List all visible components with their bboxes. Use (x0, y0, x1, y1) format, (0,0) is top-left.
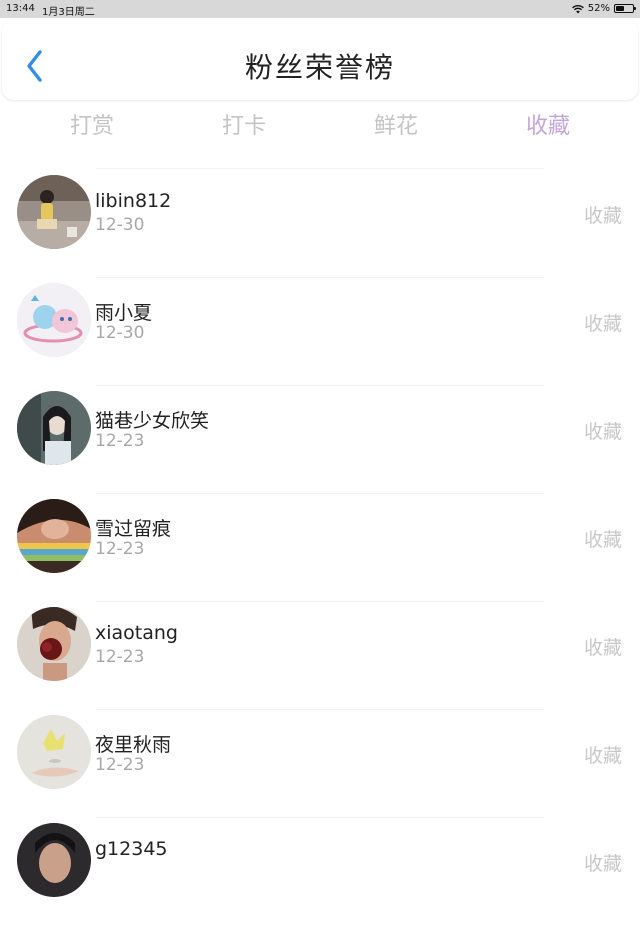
fan-date: 12-23 (95, 431, 145, 451)
avatar (17, 499, 91, 573)
fan-list: libin812 12-30 收藏 雨小夏 12-30 收藏 猫巷少女欣笑 12… (0, 170, 640, 926)
status-bar: 13:44 1月3日周二 52% (0, 0, 640, 18)
fan-name: xiaotang (95, 622, 178, 644)
divider (96, 168, 544, 169)
fan-date: 12-30 (95, 323, 145, 343)
status-date: 1月3日周二 (42, 7, 95, 18)
favorite-label: 收藏 (583, 421, 622, 443)
avatar (17, 823, 91, 897)
tab-favorites[interactable]: 收藏 (508, 108, 588, 140)
favorite-label: 收藏 (583, 853, 622, 875)
list-item[interactable]: 猫巷少女欣笑 12-23 收藏 (0, 386, 640, 494)
avatar (17, 175, 91, 249)
list-item[interactable]: 夜里秋雨 12-23 收藏 (0, 710, 640, 818)
page-title: 粉丝荣誉榜 (244, 51, 395, 84)
wifi-icon (571, 4, 584, 13)
tab-reward[interactable]: 打赏 (52, 108, 132, 140)
fan-name: 雨小夏 (95, 302, 153, 324)
nav-bar: 粉丝荣誉榜 (2, 20, 638, 100)
favorite-label: 收藏 (583, 637, 622, 659)
avatar (17, 607, 91, 681)
fan-date: 12-23 (95, 755, 145, 775)
battery-icon (614, 4, 636, 13)
list-item[interactable]: g12345 收藏 (0, 818, 640, 926)
avatar (17, 283, 91, 357)
fan-date: 12-23 (95, 539, 145, 559)
avatar (17, 715, 91, 789)
list-item[interactable]: 雪过留痕 12-23 收藏 (0, 494, 640, 602)
status-right: 52% (571, 3, 636, 14)
tab-bar: 打赏 打卡 鲜花 收藏 (0, 104, 640, 144)
fan-name: 夜里秋雨 (95, 734, 172, 756)
status-time: 13:44 (6, 3, 35, 14)
fan-name: 猫巷少女欣笑 (95, 410, 210, 432)
list-item[interactable]: libin812 12-30 收藏 (0, 170, 640, 278)
favorite-label: 收藏 (583, 529, 622, 551)
fan-name: 雪过留痕 (95, 518, 172, 540)
favorite-label: 收藏 (583, 313, 622, 335)
list-item[interactable]: 雨小夏 12-30 收藏 (0, 278, 640, 386)
fan-date: 12-30 (95, 215, 145, 235)
battery-percent: 52% (587, 3, 610, 14)
list-item[interactable]: xiaotang 12-23 收藏 (0, 602, 640, 710)
favorite-label: 收藏 (583, 745, 622, 767)
favorite-label: 收藏 (583, 205, 622, 227)
avatar (17, 391, 91, 465)
fan-name: g12345 (95, 838, 168, 860)
fan-date: 12-23 (95, 647, 145, 667)
fan-name: libin812 (95, 190, 172, 212)
tab-flowers[interactable]: 鲜花 (356, 108, 436, 140)
tab-checkin[interactable]: 打卡 (204, 108, 284, 140)
